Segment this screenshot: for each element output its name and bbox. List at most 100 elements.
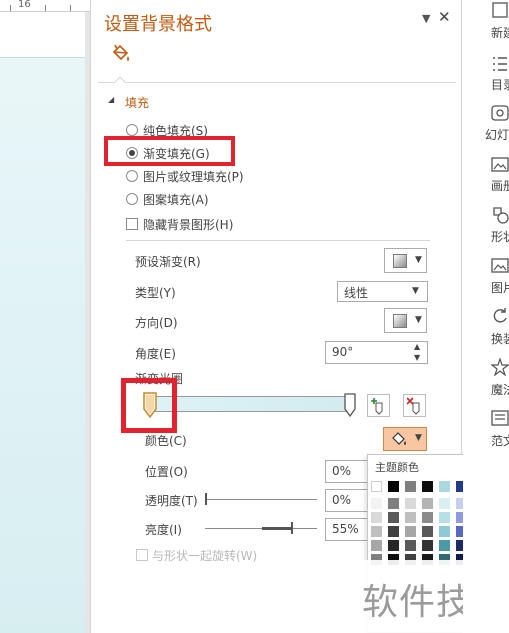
transparency-slider-thumb[interactable]: [205, 493, 207, 505]
list-icon[interactable]: [491, 55, 509, 73]
theme-color-swatch[interactable]: [422, 481, 433, 492]
ribbon-item-template[interactable]: 范文: [491, 432, 509, 449]
preset-gradient-label: 预设渐变(R): [135, 255, 201, 269]
magic-icon[interactable]: [491, 358, 509, 376]
slide-preview[interactable]: [0, 57, 85, 633]
section-fill-title[interactable]: 填充: [125, 94, 149, 111]
theme-color-swatch[interactable]: [422, 526, 433, 537]
gradient-stops-bar[interactable]: [152, 396, 352, 412]
ruler-number: 16: [18, 0, 31, 10]
pane-title: 设置背景格式: [104, 14, 212, 35]
theme-color-swatch[interactable]: [422, 540, 433, 551]
pane-options-dropdown[interactable]: ▼: [422, 12, 430, 25]
theme-color-swatch[interactable]: [371, 512, 382, 523]
theme-color-swatch[interactable]: [405, 481, 416, 492]
angle-spinner[interactable]: 90° ▲ ▼: [325, 341, 428, 364]
ruler-tick: [45, 5, 46, 11]
theme-color-swatch[interactable]: [405, 526, 416, 537]
theme-color-swatch[interactable]: [388, 540, 399, 551]
theme-color-swatch[interactable]: [422, 512, 433, 523]
theme-color-swatch[interactable]: [405, 540, 416, 551]
direction-dropdown[interactable]: ▼: [384, 308, 427, 333]
ribbon-item-slideshow[interactable]: 幻灯片: [485, 126, 509, 143]
theme-color-swatch[interactable]: [405, 512, 416, 523]
ribbon-item-image[interactable]: 图片: [491, 279, 509, 296]
color-label: 颜色(C): [145, 434, 187, 448]
new-slide-icon[interactable]: [491, 2, 509, 20]
slideshow-icon[interactable]: [491, 105, 509, 123]
tab-divider: [98, 82, 456, 83]
remove-stop-button[interactable]: [403, 394, 426, 417]
remove-stop-icon: [407, 397, 420, 415]
ribbon-item-toc[interactable]: 目录: [491, 76, 509, 93]
picture-icon[interactable]: [491, 156, 509, 174]
transparency-label: 透明度(T): [145, 494, 198, 508]
theme-color-swatch[interactable]: [371, 481, 382, 492]
theme-color-swatch[interactable]: [388, 512, 399, 523]
theme-colors-title: 主题颜色: [375, 461, 419, 474]
ribbon-item-dressup[interactable]: 换装: [491, 330, 509, 347]
brightness-input[interactable]: 55%: [325, 518, 369, 541]
theme-color-swatch[interactable]: [388, 526, 399, 537]
ribbon-item-magic[interactable]: 魔法: [491, 381, 509, 398]
template-icon[interactable]: [491, 409, 509, 427]
theme-color-swatch[interactable]: [439, 526, 450, 537]
image-icon[interactable]: [491, 257, 509, 275]
position-input[interactable]: 0%: [325, 460, 369, 483]
pane-close-icon[interactable]: ✕: [438, 8, 451, 26]
add-stop-button[interactable]: [367, 394, 390, 417]
brightness-slider[interactable]: [205, 528, 317, 529]
theme-color-swatch[interactable]: [388, 498, 399, 509]
paint-bucket-icon: [392, 432, 406, 445]
ribbon-item-new[interactable]: 新建: [491, 24, 509, 41]
preset-gradient-dropdown[interactable]: ▼: [384, 248, 427, 273]
theme-color-swatch[interactable]: [371, 498, 382, 509]
ruler-tick: [70, 5, 71, 11]
canvas-margin: [0, 12, 85, 57]
gradient-stop-handle[interactable]: [343, 392, 357, 418]
angle-label: 角度(E): [135, 347, 176, 361]
collapse-arrow-icon[interactable]: ◢: [108, 95, 114, 104]
picture-fill-radio[interactable]: [126, 170, 138, 182]
theme-color-swatch[interactable]: [439, 512, 450, 523]
theme-color-swatch[interactable]: [439, 481, 450, 492]
position-value[interactable]: 0%: [332, 464, 351, 478]
gradient-swatch-icon: [393, 254, 407, 268]
position-label: 位置(O): [145, 465, 188, 479]
angle-value[interactable]: 90°: [332, 345, 353, 359]
spin-up-icon[interactable]: ▲: [414, 342, 420, 351]
paint-bucket-icon[interactable]: [108, 43, 132, 67]
theme-color-swatch[interactable]: [439, 540, 450, 551]
theme-color-swatch[interactable]: [371, 526, 382, 537]
theme-color-swatch[interactable]: [405, 498, 416, 509]
theme-color-swatch[interactable]: [371, 540, 382, 551]
theme-color-swatch[interactable]: [422, 498, 433, 509]
transparency-value[interactable]: 0%: [332, 493, 351, 507]
hide-background-checkbox[interactable]: [126, 218, 138, 230]
picture-fill-label[interactable]: 图片或纹理填充(P): [143, 168, 244, 185]
theme-color-swatch[interactable]: [439, 498, 450, 509]
brightness-value[interactable]: 55%: [332, 522, 359, 536]
refresh-icon[interactable]: [491, 307, 509, 325]
direction-label: 方向(D): [135, 316, 178, 330]
hide-background-label[interactable]: 隐藏背景图形(H): [143, 216, 233, 233]
solid-fill-radio[interactable]: [126, 124, 138, 136]
rotate-with-shape-label: 与形状一起旋转(W): [152, 549, 258, 563]
theme-color-swatch[interactable]: [388, 481, 399, 492]
transparency-input[interactable]: 0%: [325, 489, 369, 512]
shape-icon[interactable]: [491, 206, 509, 224]
direction-swatch-icon: [393, 314, 407, 328]
highlight-box: [121, 378, 177, 433]
horizontal-ruler: 16: [0, 0, 90, 12]
transparency-slider[interactable]: [205, 499, 317, 500]
type-select[interactable]: 线性 ▼: [337, 281, 428, 302]
pattern-fill-label[interactable]: 图案填充(A): [143, 191, 209, 208]
spin-down-icon[interactable]: ▼: [414, 353, 420, 362]
add-stop-icon: [371, 398, 383, 415]
ribbon-item-album[interactable]: 画册: [491, 177, 509, 194]
rotate-with-shape-checkbox[interactable]: [136, 549, 148, 561]
brightness-slider-thumb[interactable]: [291, 522, 293, 534]
pattern-fill-radio[interactable]: [126, 193, 138, 205]
color-picker-button[interactable]: ▼: [383, 427, 427, 451]
ribbon-item-shape[interactable]: 形状: [491, 228, 509, 245]
